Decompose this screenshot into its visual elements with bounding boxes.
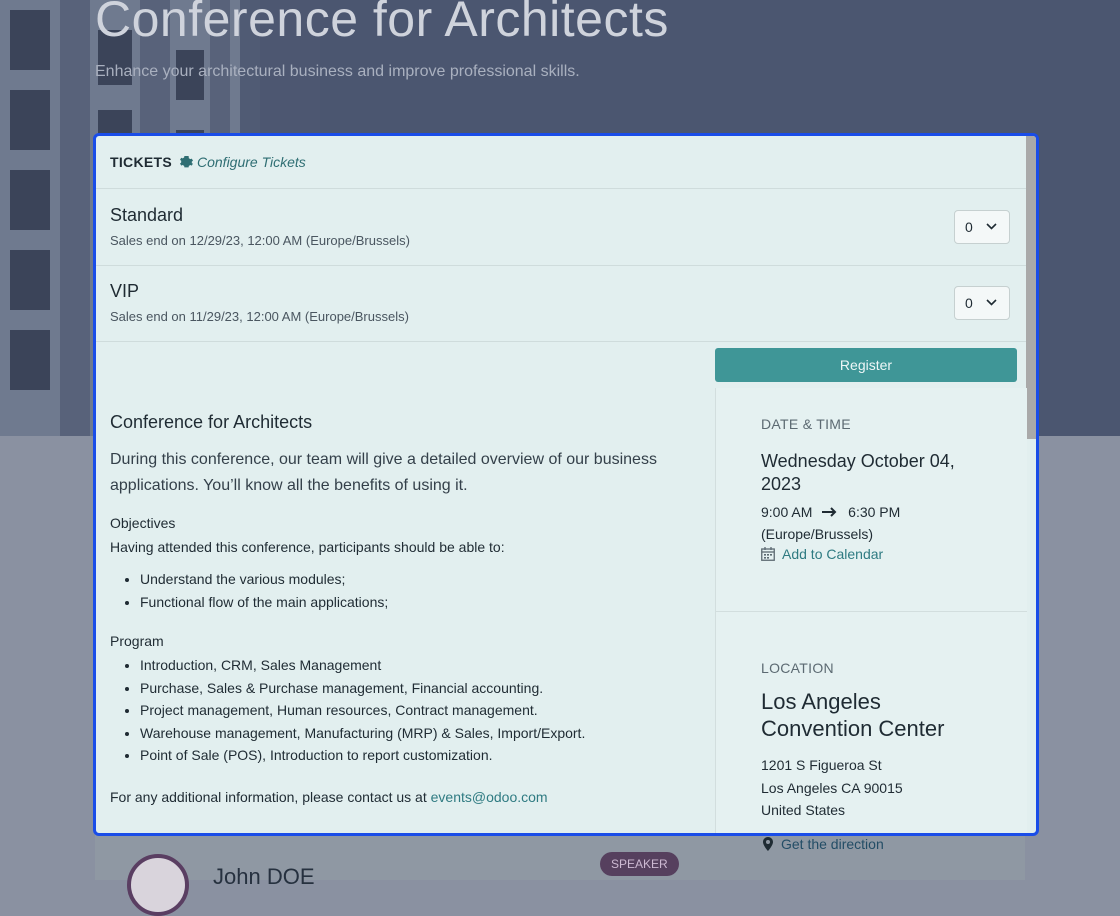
program-heading: Program <box>110 633 164 649</box>
start-time: 9:00 AM <box>761 504 813 520</box>
event-sidebar: DATE & TIME Wednesday October 04, 2023 9… <box>715 388 1027 833</box>
list-item: Introduction, CRM, Sales Management <box>140 654 700 677</box>
date-time-caption: DATE & TIME <box>761 416 851 432</box>
objectives-intro: Having attended this conference, partici… <box>110 539 505 555</box>
contact-line: For any additional information, please c… <box>110 789 700 805</box>
description-lead: During this conference, our team will gi… <box>110 451 657 494</box>
chevron-down-icon <box>986 223 997 230</box>
ticket-sales-end: Sales end on 11/29/23, 12:00 AM (Europe/… <box>110 309 409 324</box>
gear-icon <box>180 155 193 167</box>
location-name: Los Angeles Convention Center <box>761 689 945 741</box>
ticket-quantity-select[interactable]: 0 <box>954 286 1010 320</box>
ticket-quantity-select[interactable]: 0 <box>954 210 1010 244</box>
add-to-calendar-label: Add to Calendar <box>782 546 884 562</box>
list-item: Point of Sale (POS), Introduction to rep… <box>140 744 700 767</box>
tickets-heading: TICKETS <box>110 154 172 170</box>
map-marker-icon <box>763 837 773 851</box>
event-description: Conference for Architects During this co… <box>110 412 700 805</box>
chevron-down-icon <box>986 299 997 306</box>
register-button[interactable]: Register <box>715 348 1017 382</box>
list-item: Understand the various modules; <box>140 568 700 591</box>
description-title: Conference for Architects <box>110 412 313 432</box>
get-direction-label: Get the direction <box>781 836 884 852</box>
arrow-right-icon <box>822 507 837 517</box>
speaker-name: John DOE <box>213 864 315 889</box>
list-item: Project management, Human resources, Con… <box>140 699 700 722</box>
scrollbar[interactable] <box>1026 136 1036 439</box>
tickets-header: TICKETS Configure Tickets <box>96 136 1026 189</box>
location-address: 1201 S Figueroa St Los Angeles CA 90015 … <box>761 754 903 822</box>
event-time-range: 9:00 AM 6:30 PM (Europe/Brussels) <box>761 501 900 545</box>
ticket-sales-end: Sales end on 12/29/23, 12:00 AM (Europe/… <box>110 233 410 248</box>
speaker-badge: SPEAKER <box>600 852 679 876</box>
ticket-quantity-value: 0 <box>965 219 973 235</box>
calendar-icon <box>761 547 775 561</box>
add-to-calendar-link[interactable]: Add to Calendar <box>761 546 883 562</box>
configure-tickets-link[interactable]: Configure Tickets <box>180 154 306 170</box>
list-item: Warehouse management, Manufacturing (MRP… <box>140 722 700 745</box>
timezone: (Europe/Brussels) <box>761 526 874 542</box>
ticket-name: Standard <box>110 205 184 225</box>
end-time: 6:30 PM <box>848 504 901 520</box>
list-item: Purchase, Sales & Purchase management, F… <box>140 677 700 700</box>
event-subtitle: Enhance your architectural business and … <box>95 63 580 80</box>
ticket-name: VIP <box>110 281 140 301</box>
speaker-card: John DOE SPEAKER <box>95 840 715 916</box>
ticket-quantity-value: 0 <box>965 295 973 311</box>
ticket-registration-panel: TICKETS Configure Tickets Standard Sales… <box>93 133 1039 836</box>
address-line: 1201 S Figueroa St <box>761 757 882 773</box>
address-line: Los Angeles CA 90015 <box>761 779 903 796</box>
program-list: Introduction, CRM, Sales Management Purc… <box>110 654 700 767</box>
sidebar-divider <box>716 611 1027 612</box>
get-direction-link[interactable]: Get the direction <box>763 836 884 852</box>
address-line: United States <box>761 802 846 818</box>
event-title: Conference for Architects <box>95 0 669 47</box>
location-caption: LOCATION <box>761 660 834 676</box>
event-date: Wednesday October 04, 2023 <box>761 451 955 494</box>
contact-email-link[interactable]: events@odoo.com <box>431 789 548 805</box>
configure-tickets-label: Configure Tickets <box>197 154 306 170</box>
contact-text: For any additional information, please c… <box>110 788 431 805</box>
objectives-heading: Objectives <box>110 515 176 531</box>
list-item: Functional flow of the main applications… <box>140 591 700 614</box>
speaker-avatar <box>127 854 189 916</box>
ticket-row-vip: VIP Sales end on 11/29/23, 12:00 AM (Eur… <box>96 266 1026 342</box>
objectives-list: Understand the various modules; Function… <box>110 568 700 613</box>
ticket-row-standard: Standard Sales end on 12/29/23, 12:00 AM… <box>96 190 1026 266</box>
